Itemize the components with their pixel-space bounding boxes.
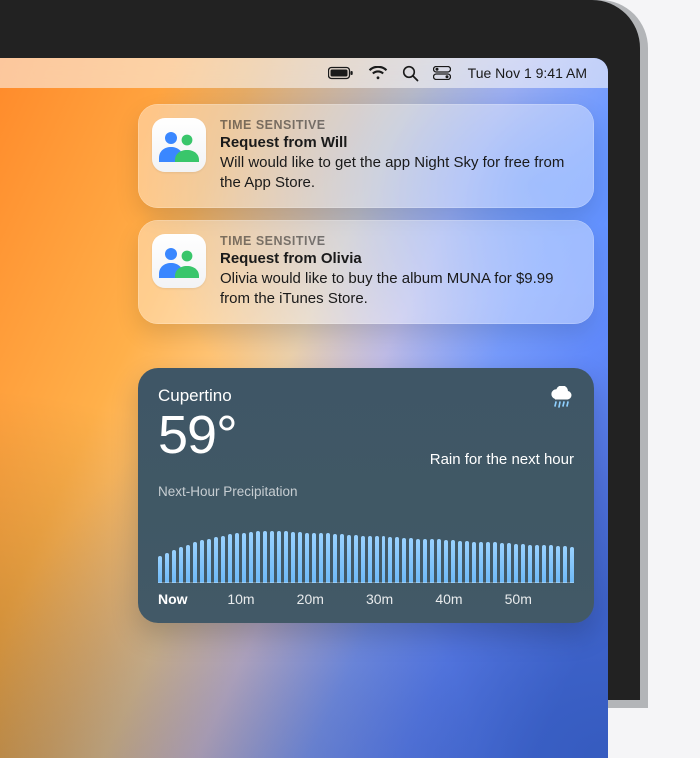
notification-tag: TIME SENSITIVE (220, 234, 576, 248)
precipitation-bar (354, 535, 358, 583)
precipitation-bar (479, 542, 483, 583)
weather-left: Cupertino 59° (158, 386, 237, 462)
precipitation-bar (500, 543, 504, 583)
axis-tick: Now (158, 591, 227, 607)
notification-message: Olivia would like to buy the album MUNA … (220, 269, 576, 308)
menu-bar: Tue Nov 1 9:41 AM (0, 58, 608, 88)
precipitation-bar (179, 547, 183, 583)
precipitation-bar (221, 536, 225, 583)
precipitation-bar (270, 531, 274, 583)
precipitation-bar (242, 533, 246, 583)
precipitation-bar (507, 543, 511, 583)
precipitation-bar (298, 532, 302, 583)
notification-title: Request from Will (220, 134, 576, 151)
family-sharing-app-icon (152, 234, 206, 288)
precipitation-bar (207, 539, 211, 583)
battery-icon[interactable] (321, 58, 361, 88)
precipitation-axis: Now10m20m30m40m50m (158, 591, 574, 607)
desktop-screen: Tue Nov 1 9:41 AM TIME SENSITIVE Request… (0, 58, 608, 758)
precipitation-bar (200, 540, 204, 583)
precipitation-bar (402, 538, 406, 583)
precipitation-bar (263, 531, 267, 583)
weather-temperature: 59° (158, 408, 237, 462)
precipitation-bar (486, 542, 490, 583)
precipitation-bar (235, 533, 239, 583)
precipitation-chart (158, 509, 574, 583)
precipitation-bar (521, 544, 525, 583)
precipitation-bar (472, 542, 476, 583)
precipitation-bar (312, 533, 316, 583)
notification-card[interactable]: TIME SENSITIVE Request from Will Will wo… (138, 104, 594, 208)
precipitation-bar (340, 534, 344, 583)
precipitation-bar (556, 546, 560, 583)
precipitation-bar (291, 532, 295, 583)
rain-cloud-icon (548, 386, 574, 415)
notification-body: TIME SENSITIVE Request from Olivia Olivi… (220, 234, 576, 308)
precipitation-bar (437, 539, 441, 583)
weather-header: Cupertino 59° (158, 386, 574, 468)
precipitation-bar (563, 546, 567, 583)
precipitation-bar (535, 545, 539, 583)
weather-right: Rain for the next hour (430, 386, 574, 468)
precipitation-bar (542, 545, 546, 583)
precipitation-bar (368, 536, 372, 583)
axis-tick: 10m (227, 591, 296, 607)
precipitation-bar (256, 531, 260, 583)
precipitation-bar (333, 534, 337, 583)
precipitation-bar (214, 537, 218, 583)
device-frame: Tue Nov 1 9:41 AM TIME SENSITIVE Request… (0, 0, 640, 700)
weather-location: Cupertino (158, 386, 237, 406)
precipitation-bar (423, 539, 427, 583)
precipitation-bar (228, 534, 232, 583)
precipitation-bar (388, 537, 392, 583)
precipitation-bar (193, 542, 197, 583)
wifi-icon[interactable] (361, 58, 395, 88)
precipitation-bar (382, 536, 386, 583)
precipitation-bar (570, 547, 574, 583)
precipitation-bar (165, 553, 169, 583)
notification-body: TIME SENSITIVE Request from Will Will wo… (220, 118, 576, 192)
precipitation-bar (409, 538, 413, 583)
precipitation-bar (458, 541, 462, 583)
precipitation-bar (277, 531, 281, 583)
menu-bar-datetime[interactable]: Tue Nov 1 9:41 AM (458, 58, 594, 88)
precipitation-bar (395, 537, 399, 583)
precipitation-bar (158, 556, 162, 583)
notification-stack: TIME SENSITIVE Request from Will Will wo… (138, 104, 594, 324)
search-icon[interactable] (395, 58, 426, 88)
precipitation-bar (326, 533, 330, 583)
precipitation-bar (347, 535, 351, 583)
precipitation-bar (430, 539, 434, 583)
precipitation-bar (284, 531, 288, 583)
family-sharing-app-icon (152, 118, 206, 172)
weather-condition-text: Rain for the next hour (430, 451, 574, 468)
precipitation-bar (528, 545, 532, 583)
precipitation-bar (465, 541, 469, 583)
axis-tick: 40m (435, 591, 504, 607)
weather-widget[interactable]: Cupertino 59° (138, 368, 594, 623)
precipitation-bar (172, 550, 176, 583)
precipitation-bar (361, 536, 365, 583)
precipitation-bar (549, 545, 553, 583)
weather-chart-label: Next-Hour Precipitation (158, 484, 574, 499)
precipitation-bar (493, 542, 497, 583)
notification-card[interactable]: TIME SENSITIVE Request from Olivia Olivi… (138, 220, 594, 324)
precipitation-bar (514, 544, 518, 583)
notification-tag: TIME SENSITIVE (220, 118, 576, 132)
axis-tick: 30m (366, 591, 435, 607)
precipitation-bar (319, 533, 323, 583)
precipitation-bar (375, 536, 379, 583)
precipitation-bar (451, 540, 455, 583)
precipitation-bar (444, 540, 448, 583)
control-center-icon[interactable] (426, 58, 458, 88)
axis-tick: 20m (297, 591, 366, 607)
precipitation-bar (186, 545, 190, 583)
axis-tick: 50m (505, 591, 574, 607)
notification-title: Request from Olivia (220, 250, 576, 267)
precipitation-bar (249, 532, 253, 583)
notification-message: Will would like to get the app Night Sky… (220, 153, 576, 192)
precipitation-bar (305, 533, 309, 583)
precipitation-bar (416, 539, 420, 583)
